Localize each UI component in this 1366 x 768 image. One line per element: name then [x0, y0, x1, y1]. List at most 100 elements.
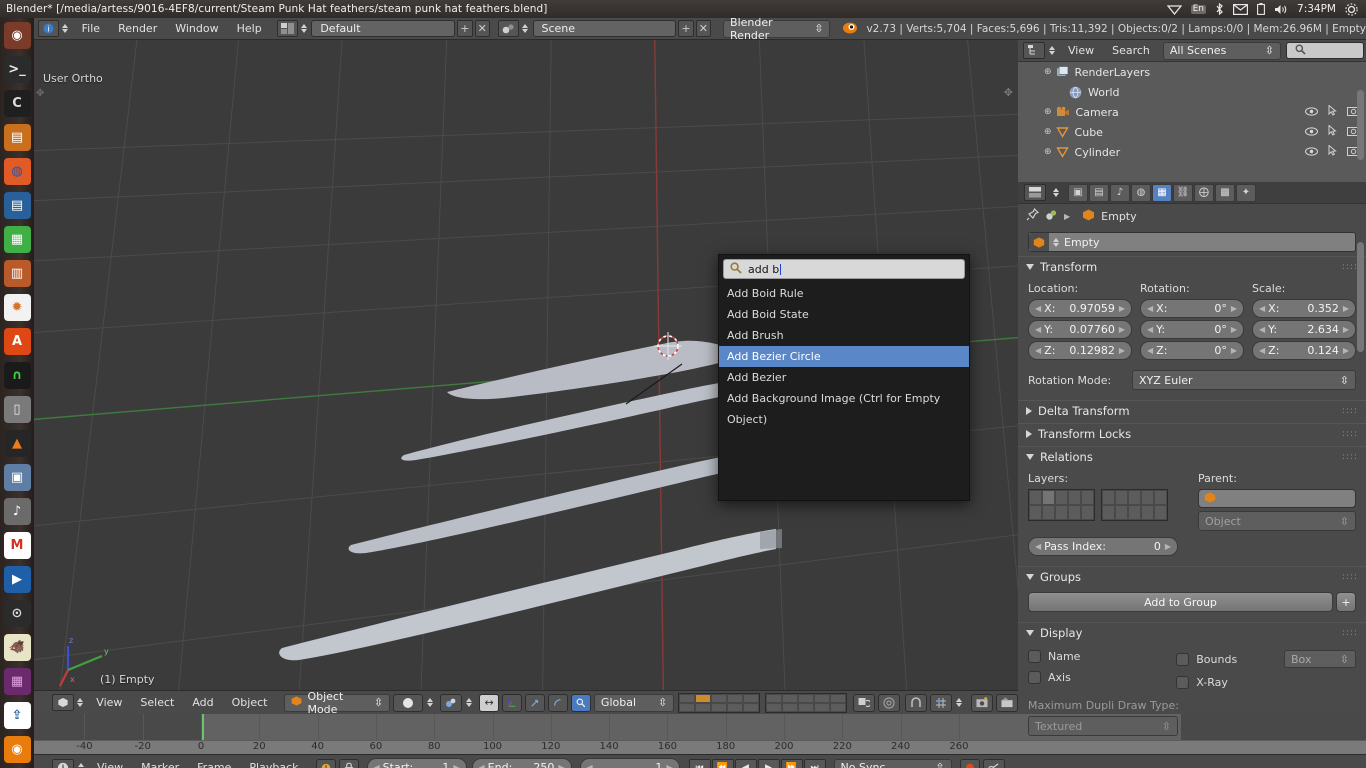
- dupli-draw-type-dropdown[interactable]: Textured ⇳: [1028, 716, 1178, 736]
- snap-spinner[interactable]: [954, 698, 963, 707]
- launcher-item-gmail[interactable]: M: [0, 528, 34, 562]
- expand-toggle-icon[interactable]: ⊕: [1044, 147, 1052, 157]
- visibility-eye-icon[interactable]: [1305, 126, 1318, 139]
- add-scene-button[interactable]: +: [678, 20, 693, 37]
- menu-help[interactable]: Help: [228, 18, 271, 40]
- layer-cell[interactable]: [798, 703, 814, 712]
- layer-cell[interactable]: [727, 703, 743, 712]
- increment-arrow-icon[interactable]: ▶: [453, 763, 459, 768]
- screen-layout-spinner[interactable]: [300, 24, 309, 33]
- panel-grip[interactable]: ::::: [1342, 406, 1358, 416]
- outliner-scrollbar[interactable]: [1357, 90, 1364, 160]
- layer-cell[interactable]: [766, 694, 782, 703]
- timeline-menu-playback[interactable]: Playback: [240, 757, 307, 768]
- launcher-item-software-center[interactable]: ✹: [0, 290, 34, 324]
- properties-tab-render-layers[interactable]: ▤: [1089, 184, 1109, 202]
- layer-cell[interactable]: [830, 694, 846, 703]
- layer-cell[interactable]: [782, 694, 798, 703]
- editor-type-spinner-properties[interactable]: [1051, 188, 1060, 197]
- outliner-menu-search[interactable]: Search: [1103, 40, 1159, 62]
- object-layer-cell[interactable]: [1128, 490, 1141, 505]
- outliner-tree[interactable]: ⊕RenderLayersWorld⊕Camera⊕Cube⊕Cylinder: [1018, 62, 1366, 182]
- properties-tab-particles[interactable]: ✦: [1236, 184, 1256, 202]
- info-editor-type-icon[interactable]: i: [38, 20, 59, 37]
- sync-mode-dropdown[interactable]: No Sync ⇳: [834, 759, 952, 768]
- manipulator-rotate-toggle[interactable]: [525, 694, 545, 712]
- launcher-item-terminal[interactable]: >_: [0, 52, 34, 86]
- parent-type-dropdown[interactable]: Object ⇳: [1198, 511, 1356, 531]
- layer-cell[interactable]: [798, 694, 814, 703]
- mail-icon[interactable]: [1233, 4, 1248, 15]
- pivot-point-dropdown[interactable]: [440, 694, 462, 712]
- properties-tab-constraints[interactable]: ⛓: [1173, 184, 1193, 202]
- outliner-row-cylinder[interactable]: ⊕Cylinder: [1018, 142, 1366, 162]
- viewport-menu-object[interactable]: Object: [223, 692, 277, 714]
- screen-layout-field[interactable]: Default: [311, 20, 455, 37]
- search-result-item[interactable]: Add Background Image (Ctrl for Empty Obj…: [719, 388, 969, 409]
- decrement-arrow-icon[interactable]: ◀: [587, 763, 593, 768]
- increment-arrow-icon[interactable]: ▶: [1343, 304, 1349, 313]
- launcher-item-vlc[interactable]: ▲: [0, 426, 34, 460]
- outliner-row-world[interactable]: World: [1018, 82, 1366, 102]
- layer-cell[interactable]: [814, 703, 830, 712]
- launcher-item-gimp[interactable]: 🐗: [0, 630, 34, 664]
- scene-spinner[interactable]: [521, 24, 530, 33]
- scene-layers-block-1[interactable]: [678, 693, 760, 713]
- decrement-arrow-icon[interactable]: ◀: [1259, 325, 1265, 334]
- panel-grip[interactable]: ::::: [1342, 452, 1358, 462]
- launcher-item-video-editor[interactable]: ▦: [0, 664, 34, 698]
- object-layer-cell[interactable]: [1029, 505, 1042, 520]
- panel-grip[interactable]: ::::: [1342, 429, 1358, 439]
- scene-field[interactable]: Scene: [533, 20, 677, 37]
- layer-cell[interactable]: [679, 694, 695, 703]
- search-menu-popup[interactable]: add b Add Boid RuleAdd Boid StateAdd Bru…: [718, 254, 970, 501]
- decrement-arrow-icon[interactable]: ◀: [1259, 346, 1265, 355]
- object-layer-cell[interactable]: [1068, 490, 1081, 505]
- render-animation-button[interactable]: [996, 694, 1018, 712]
- location-x-field[interactable]: ◀X:0.97059▶: [1028, 299, 1132, 318]
- launcher-item-ubuntu-software[interactable]: A: [0, 324, 34, 358]
- lock-to-scene-toggle[interactable]: [853, 694, 875, 712]
- editor-type-3dview-icon[interactable]: [52, 694, 74, 711]
- decrement-arrow-icon[interactable]: ◀: [1035, 304, 1041, 313]
- expand-toggle-icon[interactable]: ⊕: [1044, 127, 1052, 137]
- timeline-menu-marker[interactable]: Marker: [132, 757, 188, 768]
- transport-play-reverse-button[interactable]: ◀: [735, 759, 757, 768]
- outliner-row-camera[interactable]: ⊕Camera: [1018, 102, 1366, 122]
- object-layer-cell[interactable]: [1081, 505, 1094, 520]
- location-z-field[interactable]: ◀Z:0.12982▶: [1028, 341, 1132, 360]
- display-axis-checkbox[interactable]: [1028, 671, 1041, 684]
- scale-x-field[interactable]: ◀X:0.352▶: [1252, 299, 1356, 318]
- increment-arrow-icon[interactable]: ▶: [1343, 325, 1349, 334]
- outliner-filter-input[interactable]: [1286, 42, 1364, 59]
- lock-icon[interactable]: [339, 759, 359, 768]
- breadcrumb-root-icon[interactable]: [1045, 209, 1058, 224]
- layer-cell[interactable]: [743, 703, 759, 712]
- timeline-menu-view[interactable]: View: [88, 757, 132, 768]
- increment-arrow-icon[interactable]: ▶: [1165, 542, 1171, 551]
- manipulator-scale-toggle[interactable]: [548, 694, 568, 712]
- menu-render[interactable]: Render: [109, 18, 166, 40]
- snap-magnet-toggle[interactable]: [905, 694, 927, 712]
- editor-type-spinner-outliner[interactable]: [1047, 46, 1056, 55]
- layer-cell[interactable]: [727, 694, 743, 703]
- layer-cell[interactable]: [711, 694, 727, 703]
- object-name-field[interactable]: Empty: [1028, 232, 1356, 252]
- record-button[interactable]: [960, 759, 980, 768]
- properties-tab-texture[interactable]: ▩: [1215, 184, 1235, 202]
- decrement-arrow-icon[interactable]: ◀: [1035, 325, 1041, 334]
- increment-arrow-icon[interactable]: ▶: [1231, 346, 1237, 355]
- layer-cell[interactable]: [679, 703, 695, 712]
- layer-cell[interactable]: [743, 694, 759, 703]
- pivot-center-toggle[interactable]: ↔: [479, 694, 499, 712]
- object-layers-block-2[interactable]: [1101, 489, 1168, 521]
- transport-jump-to-start-button[interactable]: ⏮: [689, 759, 711, 768]
- parent-object-field[interactable]: [1198, 489, 1356, 508]
- panel-header-transform-locks[interactable]: Transform Locks ::::: [1018, 423, 1366, 443]
- proportional-editing-toggle[interactable]: [878, 694, 900, 712]
- object-layers-block-1[interactable]: [1028, 489, 1095, 521]
- launcher-item-files[interactable]: ▤: [0, 120, 34, 154]
- launcher-item-code-editor[interactable]: C: [0, 86, 34, 120]
- panel-grip[interactable]: ::::: [1342, 628, 1358, 638]
- layer-cell[interactable]: [814, 694, 830, 703]
